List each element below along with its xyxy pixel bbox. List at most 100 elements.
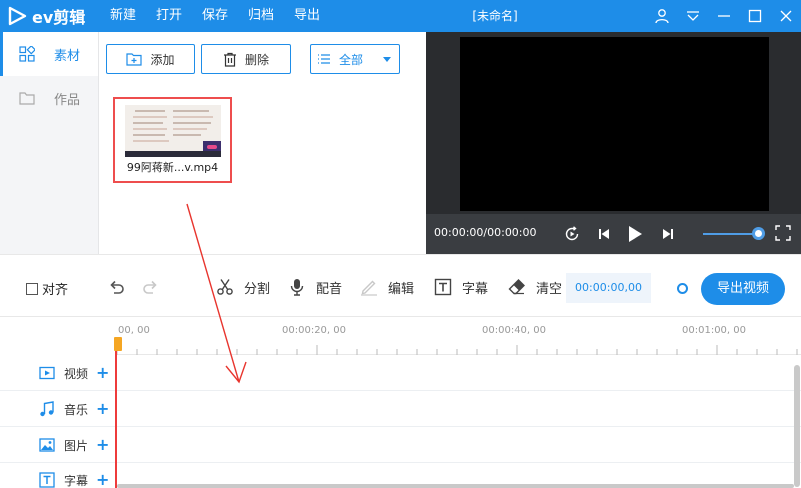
align-checkbox[interactable]: 对齐 <box>26 279 68 298</box>
preview-timecode: 00:00:00/00:00:00 <box>434 226 537 239</box>
nav-item-materials[interactable]: 素材 <box>0 32 98 76</box>
caret-down-icon <box>383 57 391 62</box>
add-button[interactable]: 添加 <box>106 44 195 74</box>
add-music-track-button[interactable]: + <box>96 401 109 417</box>
add-button-label: 添加 <box>150 52 175 67</box>
ruler-label: 00:01:00, 00 <box>682 325 746 336</box>
delete-button-label: 删除 <box>244 52 269 67</box>
scissors-icon <box>215 277 235 297</box>
video-preview: 00:00:00/00:00:00 <box>426 32 801 254</box>
menu-export[interactable]: 导出 <box>294 0 340 32</box>
maximize-icon <box>748 9 761 23</box>
video-icon <box>39 365 55 381</box>
play-icon <box>629 226 642 242</box>
minimize-icon <box>717 15 730 17</box>
redo-button[interactable] <box>141 277 161 297</box>
ruler-ticks <box>116 345 798 355</box>
clear-button[interactable]: 清空 <box>507 277 562 297</box>
track-header: 图片 + <box>0 427 116 463</box>
material-panel: 添加 删除 全部 99阿蒋新...v.mp4 <box>99 32 426 254</box>
ruler-label: 00, 00 <box>118 325 150 336</box>
edit-label: 编辑 <box>388 281 415 297</box>
export-video-button[interactable]: 导出视频 <box>701 273 785 305</box>
current-time-display: 00:00:00,00 <box>566 273 651 303</box>
filter-select[interactable]: 全部 <box>310 44 400 74</box>
grid-icon <box>18 45 36 63</box>
add-file-icon <box>126 52 143 66</box>
add-subtitle-track-button[interactable]: + <box>96 472 109 488</box>
replay-button[interactable] <box>562 224 582 244</box>
ruler-label: 00:00:40, 00 <box>482 325 546 336</box>
menu-new[interactable]: 新建 <box>110 0 156 32</box>
timeline-horizontal-scrollbar[interactable] <box>117 484 794 488</box>
previous-button[interactable] <box>594 224 614 244</box>
play-logo-icon <box>8 6 27 26</box>
dropdown-button[interactable] <box>677 0 708 32</box>
undo-icon <box>110 280 124 294</box>
dub-label: 配音 <box>316 281 343 297</box>
redo-icon <box>143 280 157 294</box>
timeline-vertical-scrollbar[interactable] <box>794 365 800 487</box>
split-label: 分割 <box>244 281 271 297</box>
track-label: 视频 <box>64 366 89 381</box>
subtitle-button[interactable]: 字幕 <box>433 277 488 297</box>
preview-screen <box>460 37 769 211</box>
window-title: [未命名] <box>472 9 518 23</box>
time-ruler[interactable]: 00, 00 00:00:20, 00 00:00:40, 00 00:01:0… <box>116 317 801 355</box>
track-header: 字幕 + <box>0 463 116 488</box>
play-button[interactable] <box>625 224 645 244</box>
nav-item-label: 素材 <box>54 48 81 64</box>
next-button[interactable] <box>658 224 678 244</box>
media-clip-card[interactable]: 99阿蒋新...v.mp4 <box>113 97 232 183</box>
folder-icon <box>18 89 36 107</box>
filter-select-value: 全部 <box>339 52 364 67</box>
edit-toolbar: 对齐 分割 配音 编辑 字幕 清空 00:00:00,00 导出视频 <box>0 254 801 316</box>
menu-save[interactable]: 保存 <box>202 0 248 32</box>
nav-item-works[interactable]: 作品 <box>0 76 98 120</box>
dropdown-icon <box>686 11 699 21</box>
menu-archive[interactable]: 归档 <box>248 0 294 32</box>
playhead-line <box>115 337 117 488</box>
minimize-button[interactable] <box>708 0 739 32</box>
volume-slider-handle[interactable] <box>752 227 765 240</box>
subtitle-icon <box>39 472 55 488</box>
track-label: 字幕 <box>64 474 89 488</box>
timeline: 00, 00 00:00:20, 00 00:00:40, 00 00:01:0… <box>0 316 801 488</box>
dub-button[interactable]: 配音 <box>287 277 342 297</box>
add-image-track-button[interactable]: + <box>96 437 109 453</box>
skip-back-icon <box>599 229 609 239</box>
replay-icon <box>565 226 579 241</box>
clip-thumbnail <box>125 105 221 157</box>
track-image[interactable]: 图片 + <box>0 427 801 463</box>
app-logo: ev剪辑 <box>6 4 85 28</box>
user-button[interactable] <box>646 0 677 32</box>
nav-item-label: 作品 <box>54 92 81 108</box>
add-video-track-button[interactable]: + <box>96 365 109 381</box>
track-music[interactable]: 音乐 + <box>0 391 801 427</box>
ruler-label: 00:00:20, 00 <box>282 325 346 336</box>
undo-button[interactable] <box>106 277 126 297</box>
edit-button[interactable]: 编辑 <box>359 277 414 297</box>
material-toolbar: 添加 删除 全部 <box>99 32 426 77</box>
user-icon <box>654 9 669 24</box>
volume-slider-track[interactable] <box>703 233 759 235</box>
split-button[interactable]: 分割 <box>215 277 270 297</box>
playhead-handle[interactable] <box>114 337 122 351</box>
app-name: ev剪辑 <box>32 8 86 27</box>
menu-open[interactable]: 打开 <box>156 0 202 32</box>
fullscreen-button[interactable] <box>775 225 793 243</box>
trash-icon <box>223 52 237 67</box>
track-video[interactable]: 视频 + <box>0 355 801 391</box>
player-controls: 00:00:00/00:00:00 <box>426 214 801 254</box>
close-button[interactable] <box>770 0 801 32</box>
skip-forward-icon <box>663 229 673 239</box>
window-controls <box>646 0 801 32</box>
clip-name: 99阿蒋新...v.mp4 <box>126 161 219 174</box>
maximize-button[interactable] <box>739 0 770 32</box>
close-icon <box>780 10 791 22</box>
delete-button[interactable]: 删除 <box>201 44 291 74</box>
text-box-icon <box>433 277 453 297</box>
title-bar: ev剪辑 新建 打开 保存 归档 导出 [未命名] <box>0 0 801 32</box>
checkbox-box[interactable] <box>26 282 38 295</box>
subtitle-label: 字幕 <box>462 281 489 297</box>
